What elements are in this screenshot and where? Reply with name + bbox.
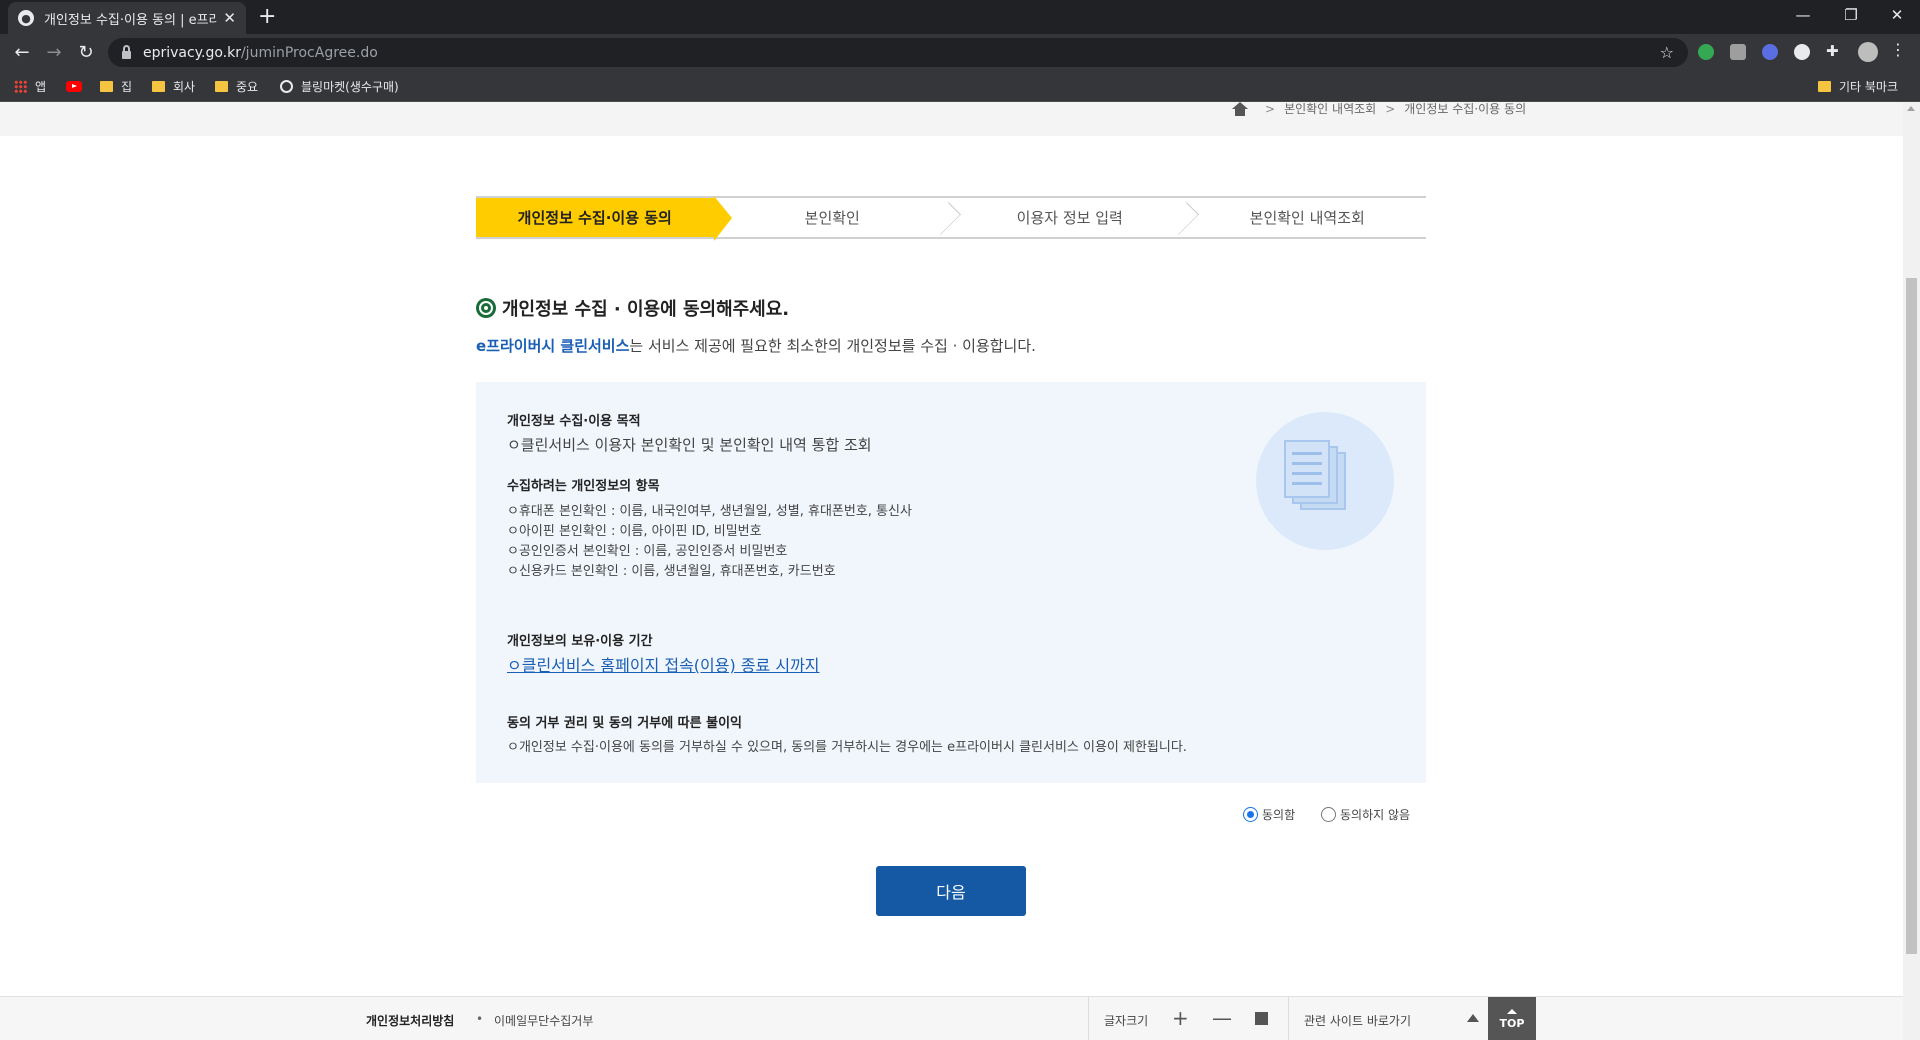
disagree-radio[interactable] (1321, 807, 1336, 822)
service-name: e프라이버시 클린서비스 (476, 337, 630, 355)
refusal-title: 동의 거부 권리 및 동의 거부에 따른 불이익 (507, 716, 743, 731)
items-title: 수집하려는 개인정보의 항목 (507, 479, 660, 494)
extension-green-icon[interactable] (1698, 44, 1714, 60)
breadcrumb-separator: > (1265, 101, 1276, 116)
bookmark-other[interactable]: 기타 북마크 (1818, 77, 1898, 95)
tab-title: 개인정보 수집·이용 동의 | e프라이버시 클린서비스 (44, 12, 218, 28)
title-bullet-icon (476, 298, 496, 318)
privacy-policy-link[interactable]: 개인정보처리방침 (366, 1012, 454, 1029)
bookmark-folder-work[interactable]: 회사 (152, 77, 195, 95)
page-scrollbar[interactable] (1903, 102, 1920, 1040)
related-sites-select[interactable]: 관련 사이트 바로가기 (1304, 1012, 1411, 1029)
lock-icon (122, 44, 131, 59)
document-illustration-icon (1256, 412, 1394, 550)
bookmark-apps[interactable]: 앱 (14, 77, 46, 95)
agree-option[interactable]: 동의함 (1243, 806, 1295, 823)
arrow-up-icon (1507, 1008, 1517, 1014)
breadcrumb-current: 개인정보 수집·이용 동의 (1404, 102, 1527, 116)
url-text: eprivacy.go.kr/juminProcAgree.do (143, 44, 378, 61)
disagree-option[interactable]: 동의하지 않음 (1321, 806, 1410, 823)
minimize-icon[interactable]: — (1780, 0, 1826, 30)
apps-grid-icon (14, 79, 27, 93)
extensions-puzzle-icon[interactable]: ✚ (1826, 42, 1842, 60)
youtube-icon (66, 80, 82, 92)
close-window-icon[interactable]: ✕ (1874, 0, 1920, 30)
retention-title: 개인정보의 보유·이용 기간 (507, 634, 653, 649)
forward-icon[interactable]: → (42, 40, 66, 64)
font-size-label: 글자크기 (1104, 1014, 1149, 1028)
folder-icon (100, 80, 113, 92)
purpose-title: 개인정보 수집·이용 목적 (507, 414, 641, 429)
breadcrumb: > 본인확인 내역조회 > 개인정보 수집·이용 동의 (1232, 100, 1526, 117)
new-tab-icon[interactable]: + (258, 4, 276, 30)
profile-avatar-icon[interactable] (1858, 42, 1878, 62)
retention-item[interactable]: ㅇ클린서비스 홈페이지 접속(이용) 종료 시까지 (507, 652, 820, 676)
globe-icon (280, 79, 293, 93)
bookmarks-bar: 앱 집 회사 중요 블링마켓(생수구매) 기타 북마크 (0, 71, 1920, 102)
agree-label[interactable]: 동의함 (1262, 806, 1295, 823)
items-list-item: ㅇ휴대폰 본인확인 : 이름, 내국인여부, 생년월일, 성별, 휴대폰번호, … (507, 504, 912, 519)
bookmark-bling-market[interactable]: 블링마켓(생수구매) (280, 77, 399, 95)
extension-gray-icon[interactable] (1730, 44, 1746, 60)
address-bar[interactable]: eprivacy.go.kr/juminProcAgree.do ☆ (108, 38, 1688, 67)
breadcrumb-separator: > (1385, 101, 1396, 116)
browser-tab[interactable]: ● 개인정보 수집·이용 동의 | e프라이버시 클린서비스 ✕ (8, 2, 246, 34)
step-privacy-consent: 개인정보 수집·이용 동의 (476, 196, 731, 241)
items-list-item: ㅇ공인인증서 본인확인 : 이름, 공인인증서 비밀번호 (507, 544, 788, 559)
scroll-up-arrow-icon[interactable] (1907, 106, 1915, 111)
intro-text: e프라이버시 클린서비스는 서비스 제공에 필요한 최소한의 개인정보를 수집 … (476, 337, 1036, 355)
items-list-item: ㅇ신용카드 본인확인 : 이름, 생년월일, 휴대폰번호, 카드번호 (507, 564, 836, 579)
site-favicon-icon: ● (18, 10, 34, 26)
reload-icon[interactable]: ↻ (74, 40, 98, 64)
dropdown-arrow-icon[interactable] (1467, 1014, 1479, 1022)
folder-icon (1818, 80, 1831, 92)
font-decrease-icon[interactable]: — (1212, 1007, 1232, 1029)
scrollbar-thumb[interactable] (1906, 278, 1917, 954)
step-identity-check: 본인확인 (714, 198, 952, 237)
purpose-item: ㅇ클린서비스 이용자 본인확인 및 본인확인 내역 통합 조회 (507, 436, 872, 454)
progress-steps: 개인정보 수집·이용 동의 본인확인 이용자 정보 입력 본인확인 내역조회 (476, 196, 1426, 241)
restore-icon[interactable]: ❐ (1828, 0, 1874, 30)
footer-divider (1088, 997, 1089, 1040)
page-title: 개인정보 수집 · 이용에 동의해주세요. (476, 295, 789, 321)
browser-tab-bar: ● 개인정보 수집·이용 동의 | e프라이버시 클린서비스 ✕ + — ❐ ✕ (0, 0, 1920, 34)
browser-menu-icon[interactable]: ⋮ (1890, 40, 1906, 59)
home-icon[interactable] (1232, 101, 1248, 116)
page-footer: 개인정보처리방침 • 이메일무단수집거부 글자크기 + — 관련 사이트 바로가… (0, 996, 1903, 1040)
folder-icon (215, 80, 228, 92)
breadcrumb-item[interactable]: 본인확인 내역조회 (1284, 100, 1376, 117)
disagree-label[interactable]: 동의하지 않음 (1340, 806, 1410, 823)
refusal-item: ㅇ개인정보 수집·이용에 동의를 거부하실 수 있으며, 동의를 거부하시는 경… (507, 740, 1187, 755)
footer-separator-dot: • (476, 1012, 484, 1026)
step-history-lookup: 본인확인 내역조회 (1249, 209, 1365, 227)
browser-toolbar: ← → ↻ eprivacy.go.kr/juminProcAgree.do ☆… (0, 34, 1920, 71)
footer-divider (1288, 997, 1289, 1040)
font-increase-icon[interactable]: + (1172, 1007, 1189, 1029)
bookmark-youtube[interactable] (66, 77, 82, 95)
bookmark-folder-important[interactable]: 중요 (215, 77, 258, 95)
folder-icon (152, 80, 165, 92)
extension-check-icon[interactable] (1762, 44, 1778, 60)
close-tab-icon[interactable]: ✕ (223, 9, 236, 27)
bookmark-star-icon[interactable]: ☆ (1660, 43, 1674, 62)
bookmark-folder-home[interactable]: 집 (100, 77, 132, 95)
consent-info-box: 개인정보 수집·이용 목적 ㅇ클린서비스 이용자 본인확인 및 본인확인 내역 … (476, 382, 1426, 783)
extension-camera-icon[interactable] (1794, 44, 1810, 60)
items-list-item: ㅇ아이핀 본인확인 : 이름, 아이핀 ID, 비밀번호 (507, 524, 762, 539)
step-user-info: 이용자 정보 입력 (951, 198, 1189, 237)
back-to-top-button[interactable]: TOP (1488, 997, 1536, 1040)
next-button[interactable]: 다음 (876, 866, 1026, 916)
agree-radio[interactable] (1243, 807, 1258, 822)
back-icon[interactable]: ← (10, 40, 34, 64)
font-reset-icon[interactable] (1255, 1012, 1268, 1025)
page-header-strip (0, 102, 1903, 136)
email-refusal-link[interactable]: 이메일무단수집거부 (494, 1012, 593, 1029)
